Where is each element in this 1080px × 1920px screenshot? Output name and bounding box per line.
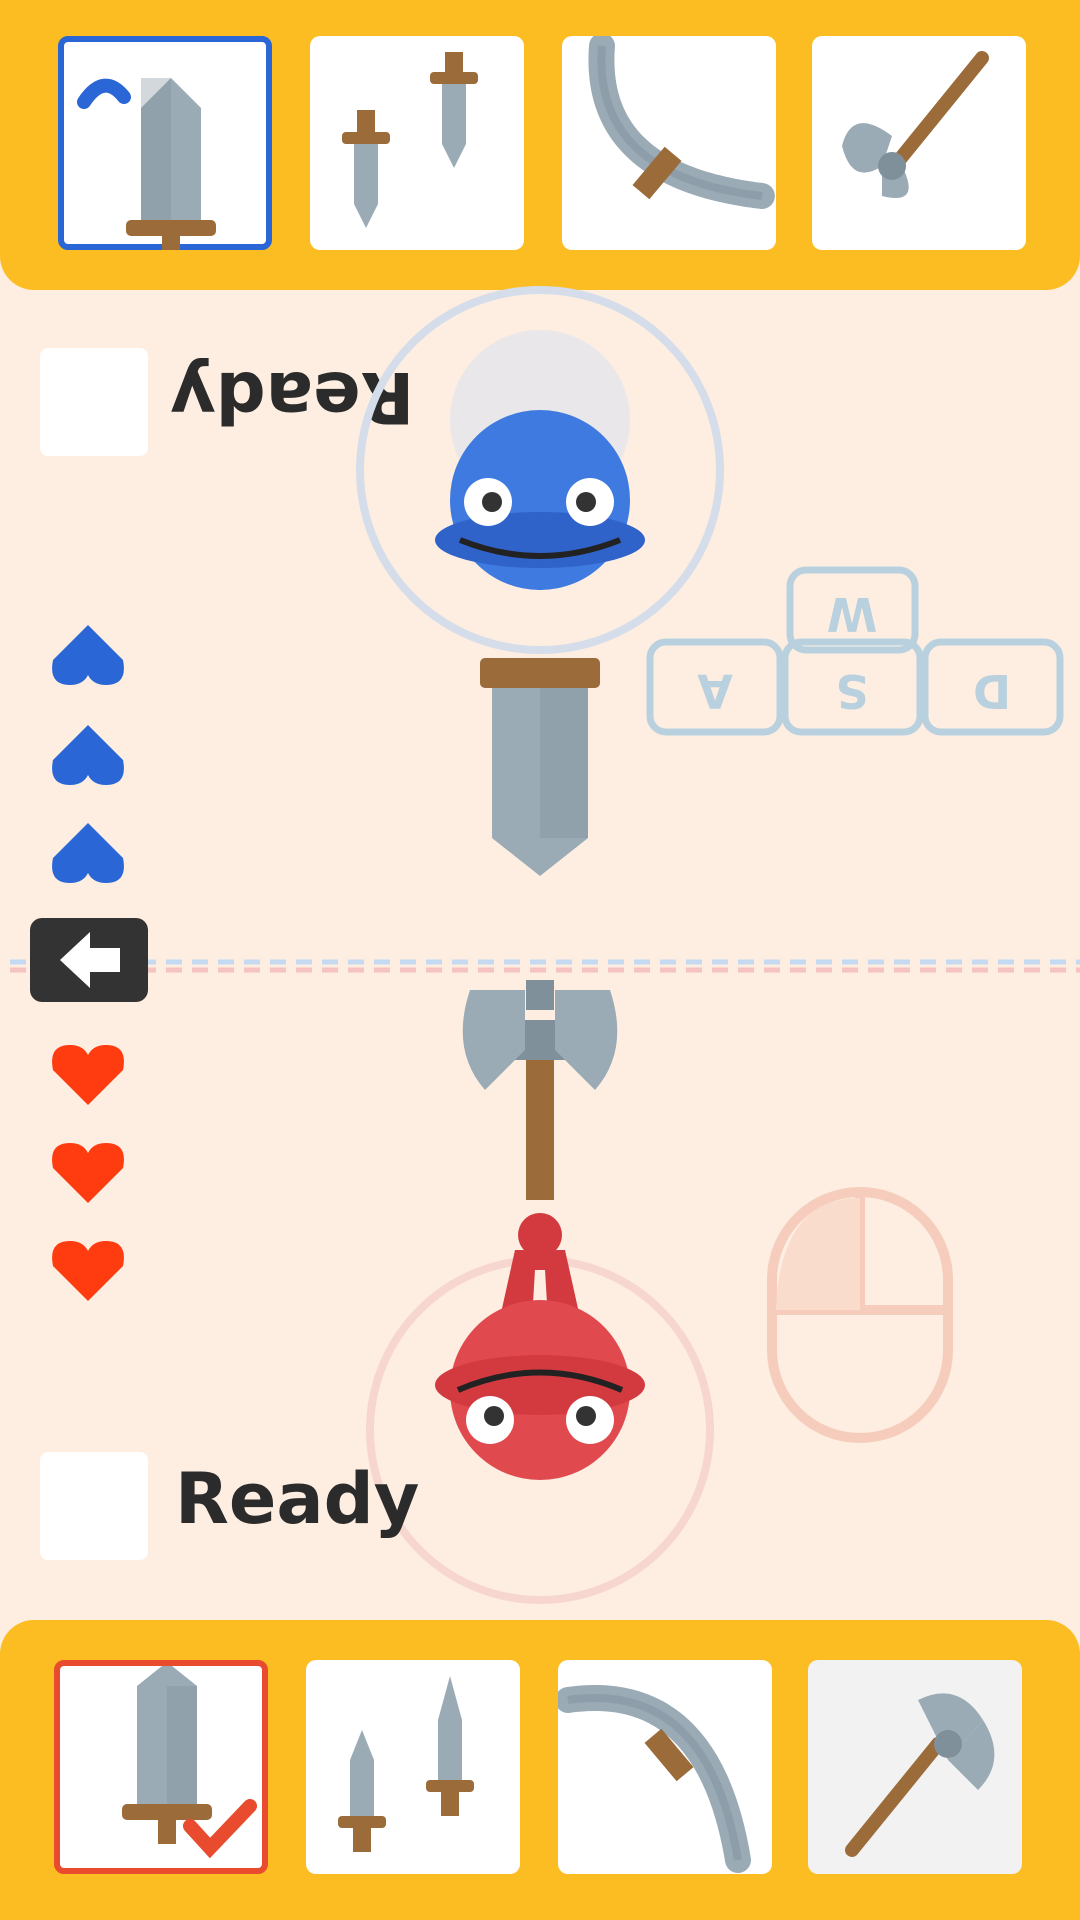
blue-weapon-sword-slot[interactable]	[58, 36, 272, 250]
daggers-icon	[338, 1676, 474, 1852]
key-w: W	[827, 587, 878, 641]
back-button[interactable]	[30, 918, 148, 1002]
blue-ready-checkbox[interactable]	[40, 348, 148, 456]
key-d: D	[973, 664, 1011, 718]
axe-icon	[845, 1693, 995, 1857]
blue-player	[356, 286, 724, 876]
red-weapon-saw-slot[interactable]	[558, 1660, 772, 1874]
saw-blade-icon	[588, 36, 775, 209]
mouse-hint	[767, 1187, 953, 1443]
daggers-icon	[342, 52, 478, 228]
back-arrow-icon	[60, 932, 120, 988]
red-heart-icon-2	[52, 1143, 124, 1203]
axe-icon	[842, 51, 989, 198]
blue-heart-icon-1	[52, 625, 124, 685]
key-s: S	[835, 664, 868, 718]
blue-weapon-axe-slot[interactable]	[812, 36, 1026, 250]
blue-heart-icon-3	[52, 823, 124, 883]
red-heart-icon-3	[52, 1241, 124, 1301]
sword-icon	[77, 78, 216, 250]
red-heart-icon-1	[52, 1045, 124, 1105]
red-weapon-daggers-slot[interactable]	[306, 1660, 520, 1874]
blue-weapon-daggers-slot[interactable]	[310, 36, 524, 250]
red-ready-checkbox[interactable]	[40, 1452, 148, 1560]
red-ready-label: Ready	[175, 1458, 420, 1540]
blue-equipped-sword	[480, 658, 600, 876]
saw-blade-icon	[558, 1685, 751, 1873]
blue-heart-icon-2	[52, 725, 124, 785]
red-equipped-axe	[462, 980, 618, 1200]
red-weapon-sword-slot[interactable]	[54, 1660, 268, 1874]
sword-icon	[122, 1666, 257, 1859]
blue-weapon-saw-slot[interactable]	[562, 36, 776, 250]
red-weapon-axe-slot[interactable]	[808, 1660, 1022, 1874]
